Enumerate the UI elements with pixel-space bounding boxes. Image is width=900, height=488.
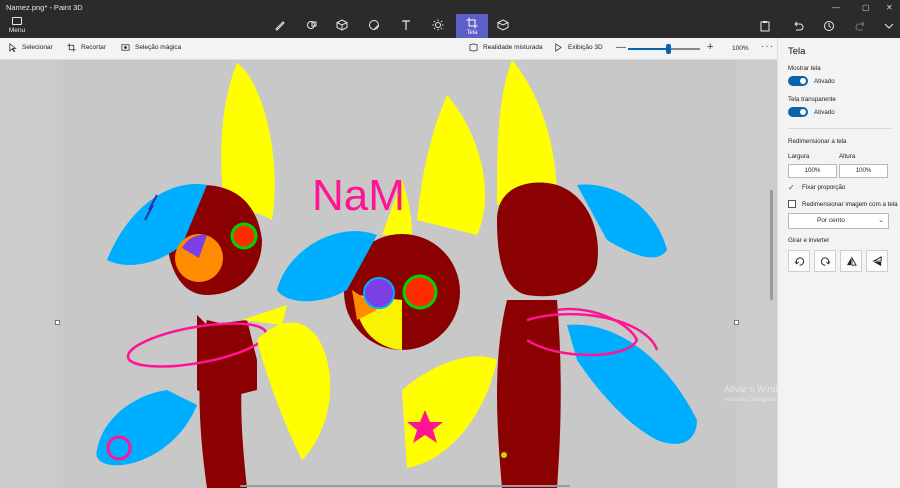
zoom-in-button[interactable]: + bbox=[707, 41, 713, 53]
panel-title: Tela bbox=[788, 46, 806, 57]
view-3d-label: Exibição 3D bbox=[568, 44, 603, 51]
rotate-left-button[interactable] bbox=[788, 250, 810, 272]
unit-dropdown[interactable]: Por cento ⌄ bbox=[788, 213, 889, 229]
rotate-flip-label: Girar e inverter bbox=[788, 237, 830, 244]
resize-handle-left[interactable] bbox=[55, 320, 60, 325]
maximize-button[interactable]: ▢ bbox=[862, 3, 870, 12]
menu-label: Menu bbox=[8, 27, 26, 34]
canvas-tool[interactable]: Tela bbox=[456, 14, 488, 38]
drawing-image: NaM bbox=[57, 60, 737, 488]
library-3d-icon bbox=[497, 19, 509, 31]
transparent-canvas-state: Ativado bbox=[814, 109, 835, 116]
stickers-icon bbox=[369, 20, 379, 30]
zoom-out-button[interactable]: — bbox=[616, 42, 626, 53]
canvas-icon bbox=[466, 17, 478, 28]
select-label: Selecionar bbox=[22, 44, 53, 51]
undo-icon bbox=[794, 21, 804, 31]
crop-button[interactable]: Recortar bbox=[67, 43, 106, 52]
brushes-tool[interactable] bbox=[266, 12, 294, 38]
magic-select-icon bbox=[121, 44, 130, 51]
rotate-right-icon bbox=[820, 256, 830, 266]
text-icon bbox=[402, 20, 410, 30]
zoom-slider-thumb[interactable] bbox=[665, 44, 671, 54]
rotate-right-button[interactable] bbox=[814, 250, 836, 272]
flip-vertical-icon bbox=[871, 255, 882, 266]
history-button[interactable] bbox=[823, 19, 837, 33]
paste-button[interactable] bbox=[759, 19, 773, 33]
height-label: Altura bbox=[839, 153, 856, 160]
canvas-artwork[interactable]: NaM bbox=[57, 60, 737, 488]
chevron-down-icon: ⌄ bbox=[878, 217, 884, 224]
lock-ratio-label: Fixar proporção bbox=[802, 184, 846, 191]
shapes-3d-icon bbox=[336, 19, 348, 31]
unit-dropdown-value: Por cento bbox=[817, 217, 845, 224]
flip-horizontal-icon bbox=[846, 255, 857, 266]
panel-divider bbox=[788, 128, 891, 129]
shapes-2d-tool[interactable] bbox=[298, 12, 326, 38]
zoom-value: 100% bbox=[732, 45, 749, 52]
mixed-reality-button[interactable]: Realidade misturada bbox=[469, 43, 543, 52]
paste-icon bbox=[760, 21, 770, 32]
canvas-panel: Tela Mostrar tela Ativado Tela transpare… bbox=[777, 38, 900, 488]
show-canvas-state: Ativado bbox=[814, 78, 835, 85]
horizontal-scrollbar[interactable] bbox=[240, 485, 570, 487]
view-3d-icon bbox=[555, 43, 562, 52]
resize-canvas-label: Redimensionar a tela bbox=[788, 138, 847, 145]
effects-tool[interactable] bbox=[424, 12, 452, 38]
flip-horizontal-button[interactable] bbox=[840, 250, 862, 272]
select-button[interactable]: Selecionar bbox=[8, 43, 53, 52]
folder-icon bbox=[12, 17, 22, 25]
shapes-2d-icon bbox=[307, 21, 317, 29]
workspace: NaM bbox=[0, 60, 777, 488]
menu-button[interactable]: Menu bbox=[4, 16, 30, 36]
show-canvas-label: Mostrar tela bbox=[788, 65, 821, 72]
rotate-left-icon bbox=[794, 256, 804, 266]
show-canvas-toggle[interactable] bbox=[788, 76, 808, 86]
transparent-canvas-toggle[interactable] bbox=[788, 107, 808, 117]
brush-icon bbox=[275, 21, 285, 31]
effects-icon bbox=[432, 19, 444, 31]
artwork-title-text: NaM bbox=[312, 171, 405, 220]
resize-image-label: Redimensionar imagem com a tela bbox=[802, 201, 898, 208]
shapes-3d-tool[interactable] bbox=[328, 12, 356, 38]
undo-button[interactable] bbox=[792, 19, 806, 33]
history-icon bbox=[824, 21, 834, 31]
minimize-button[interactable]: — bbox=[832, 3, 840, 12]
zoom-slider-fill bbox=[628, 48, 669, 50]
cursor-icon bbox=[9, 43, 17, 52]
more-options-button[interactable]: ··· bbox=[761, 41, 774, 52]
crop-label: Recortar bbox=[81, 44, 106, 51]
command-bar: Selecionar Recortar Seleção mágica Reali… bbox=[0, 38, 777, 60]
vertical-scrollbar[interactable] bbox=[770, 190, 773, 300]
stickers-tool[interactable] bbox=[360, 12, 388, 38]
mixed-reality-icon bbox=[469, 43, 478, 52]
library-3d-tool[interactable] bbox=[489, 12, 517, 38]
crop-icon bbox=[67, 43, 76, 52]
redo-icon bbox=[855, 21, 865, 31]
magic-select-button[interactable]: Seleção mágica bbox=[121, 43, 181, 52]
window-title: Namez.png* - Paint 3D bbox=[6, 3, 83, 12]
mixed-reality-label: Realidade misturada bbox=[483, 44, 543, 51]
redo-button[interactable] bbox=[855, 19, 869, 33]
text-tool[interactable] bbox=[392, 12, 420, 38]
expand-button[interactable] bbox=[883, 19, 897, 33]
canvas-tool-label: Tela bbox=[466, 29, 478, 36]
width-label: Largura bbox=[788, 153, 810, 160]
view-3d-button[interactable]: Exibição 3D bbox=[554, 43, 603, 52]
lock-ratio-checkbox[interactable]: ✓ bbox=[788, 183, 797, 192]
transparent-canvas-label: Tela transparente bbox=[788, 96, 836, 103]
zoom-slider[interactable] bbox=[628, 44, 700, 54]
chevron-down-icon bbox=[884, 23, 894, 29]
magic-select-label: Seleção mágica bbox=[135, 44, 182, 51]
width-field[interactable]: 100% bbox=[788, 164, 837, 178]
close-button[interactable]: ✕ bbox=[886, 3, 893, 12]
resize-handle-right[interactable] bbox=[734, 320, 739, 325]
height-field[interactable]: 100% bbox=[839, 164, 888, 178]
flip-vertical-button[interactable] bbox=[866, 250, 888, 272]
title-bar: Namez.png* - Paint 3D Menu Tela — ▢ ✕ bbox=[0, 0, 900, 38]
resize-image-checkbox[interactable] bbox=[788, 200, 796, 208]
